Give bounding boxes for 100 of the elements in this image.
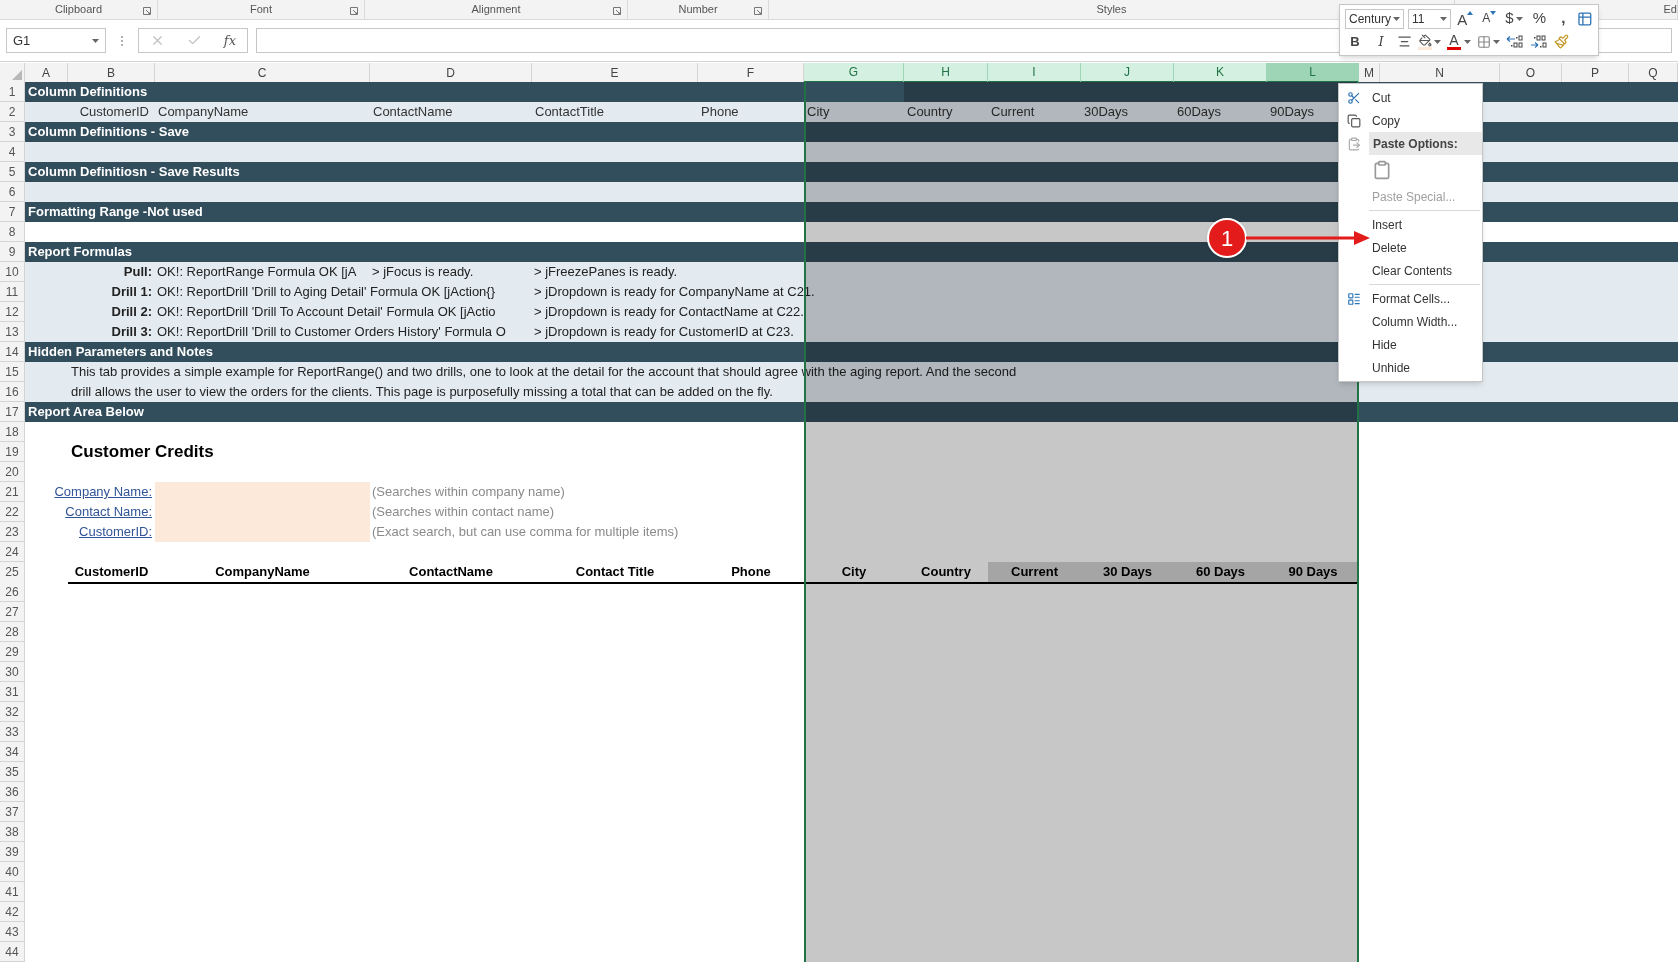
column-header[interactable]: O [1500,63,1562,83]
bold-button[interactable]: B [1345,31,1365,52]
column-header[interactable]: K [1174,63,1267,83]
column-header[interactable]: F [698,63,804,83]
menu-item[interactable]: Clear Contents [1369,259,1482,282]
dialog-launcher-icon[interactable] [350,7,358,15]
row-number[interactable]: 24 [0,542,25,562]
row-number[interactable]: 6 [0,182,25,202]
row-number[interactable]: 34 [0,742,25,762]
row-number[interactable]: 11 [0,282,25,302]
search-field[interactable] [155,482,370,502]
row-number[interactable]: 28 [0,622,25,642]
increase-decimal-icon[interactable] [1506,34,1524,49]
row-number[interactable]: 3 [0,122,25,142]
row-number[interactable]: 40 [0,862,25,882]
active-cell[interactable] [804,82,904,102]
row-number[interactable]: 38 [0,822,25,842]
row-number[interactable]: 32 [0,702,25,722]
column-header[interactable]: C [155,63,370,83]
column-header[interactable]: I [988,63,1081,83]
row-number[interactable]: 2 [0,102,25,122]
row-number[interactable]: 12 [0,302,25,322]
search-label-link[interactable]: Contact Name: [65,502,155,522]
search-label-link[interactable]: CustomerID: [79,522,155,542]
column-header[interactable]: B [68,63,155,83]
column-header[interactable]: G [804,63,904,83]
row-number[interactable]: 26 [0,582,25,602]
row-number[interactable]: 17 [0,402,25,422]
menu-item[interactable]: Column Width... [1369,310,1482,333]
row-number[interactable]: 9 [0,242,25,262]
row-number[interactable]: 10 [0,262,25,282]
column-header[interactable]: E [532,63,698,83]
font-select[interactable]: Century [1345,8,1404,29]
borders-button[interactable] [1477,34,1500,49]
row-number[interactable]: 41 [0,882,25,902]
row-number[interactable]: 42 [0,902,25,922]
row-number[interactable]: 13 [0,322,25,342]
row-number[interactable]: 18 [0,422,25,442]
row-number[interactable]: 7 [0,202,25,222]
row-number[interactable]: 1 [0,82,25,102]
row-number[interactable]: 27 [0,602,25,622]
search-label-link[interactable]: Company Name: [54,482,155,502]
drag-handle-icon[interactable] [120,34,124,47]
comma-button[interactable]: , [1553,8,1574,29]
menu-item[interactable]: Copy [1369,109,1482,132]
row-number[interactable]: 39 [0,842,25,862]
row-number[interactable]: 4 [0,142,25,162]
fill-color-button[interactable] [1418,33,1441,50]
currency-button[interactable]: $ [1503,8,1526,29]
row-number[interactable]: 5 [0,162,25,182]
row-number[interactable]: 25 [0,562,25,584]
percent-button[interactable]: % [1529,8,1550,29]
column-header[interactable]: A [25,63,68,83]
row-number[interactable]: 21 [0,482,25,502]
row-number[interactable]: 43 [0,922,25,942]
row-number[interactable]: 36 [0,782,25,802]
row-number[interactable]: 30 [0,662,25,682]
dialog-launcher-icon[interactable] [754,7,762,15]
row-number[interactable]: 23 [0,522,25,542]
row-number[interactable]: 15 [0,362,25,382]
decrease-decimal-icon[interactable] [1530,34,1548,49]
font-color-button[interactable]: A [1447,31,1471,52]
column-header[interactable]: M [1359,63,1380,83]
row-number[interactable]: 14 [0,342,25,362]
menu-item[interactable]: Unhide [1369,356,1482,379]
select-all-corner-icon[interactable] [12,70,22,80]
row-number[interactable]: 16 [0,382,25,402]
row-number[interactable]: 8 [0,222,25,242]
column-header[interactable]: D [370,63,532,83]
column-header[interactable]: L [1267,63,1359,83]
column-header[interactable]: P [1562,63,1629,83]
paste-icon[interactable] [1372,160,1392,180]
italic-button[interactable]: I [1371,31,1391,52]
row-number[interactable]: 35 [0,762,25,782]
format-painter-icon[interactable] [1554,34,1569,49]
row-number[interactable]: 20 [0,462,25,482]
row-number[interactable]: 19 [0,442,25,462]
row-number[interactable]: 44 [0,942,25,962]
row-number[interactable]: 37 [0,802,25,822]
insert-function-button[interactable]: fx [223,30,236,51]
menu-item[interactable]: Hide [1369,333,1482,356]
column-header[interactable]: Q [1629,63,1678,83]
menu-item[interactable]: Insert [1369,213,1482,236]
menu-item[interactable]: Format Cells... [1369,287,1482,310]
font-size-select[interactable]: 11 [1408,8,1452,29]
row-number[interactable]: 33 [0,722,25,742]
align-center-icon[interactable] [1397,34,1412,49]
column-header[interactable]: H [904,63,988,83]
dialog-launcher-icon[interactable] [613,7,621,15]
row-number[interactable]: 22 [0,502,25,522]
search-field[interactable] [155,522,370,542]
shrink-font-button[interactable]: A [1479,8,1500,29]
table-icon[interactable] [1577,10,1593,27]
row-number[interactable]: 31 [0,682,25,702]
column-header[interactable]: N [1380,63,1500,83]
column-header[interactable]: J [1081,63,1174,83]
grow-font-button[interactable]: A [1455,8,1476,29]
name-box[interactable]: G1 [6,28,106,53]
menu-item[interactable]: Delete [1369,236,1482,259]
dialog-launcher-icon[interactable] [143,7,151,15]
